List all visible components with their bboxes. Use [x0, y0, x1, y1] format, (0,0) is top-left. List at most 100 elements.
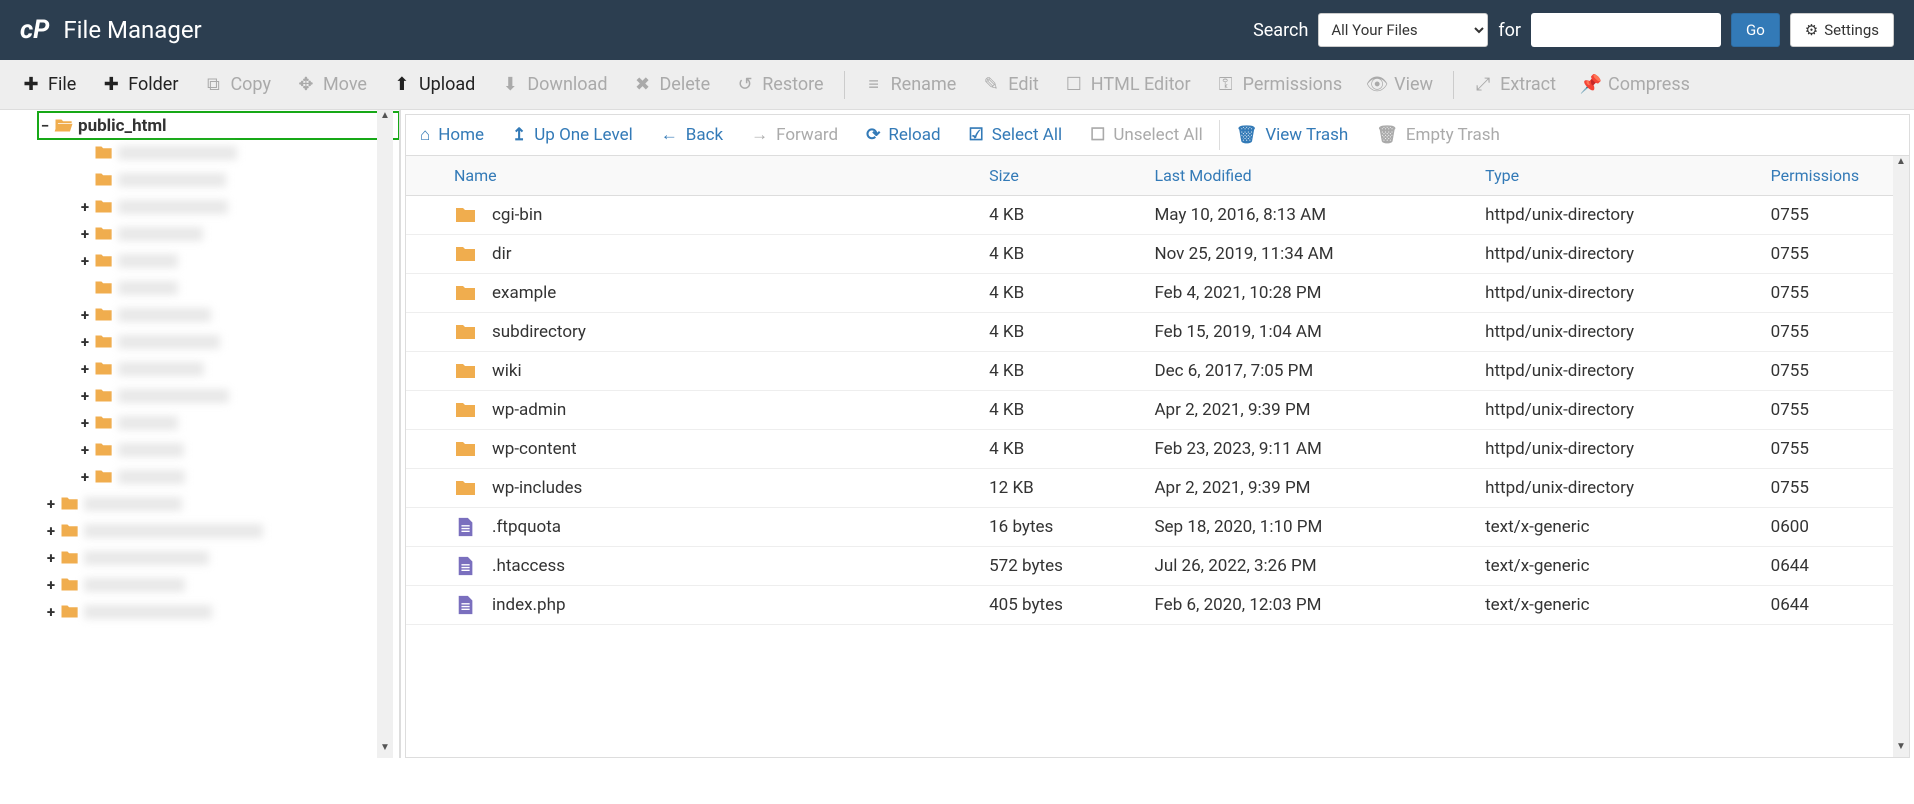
expand-icon[interactable]: +	[78, 252, 92, 270]
tree-node[interactable]: +	[76, 193, 399, 220]
collapse-icon[interactable]: −	[38, 117, 52, 135]
tree-node[interactable]: +	[44, 598, 399, 625]
tool-folder[interactable]: ✚Folder	[90, 66, 190, 103]
folder-icon	[60, 495, 80, 512]
sidebar-scrollbar[interactable]: ▲ ▼	[377, 110, 393, 758]
tree-node-label	[118, 362, 204, 376]
scroll-up-icon[interactable]: ▲	[1893, 156, 1909, 172]
scroll-up-icon[interactable]: ▲	[377, 110, 393, 126]
expand-icon[interactable]: +	[44, 549, 58, 567]
tree-node[interactable]: +	[76, 301, 399, 328]
nav-up[interactable]: ↥Up One Level	[498, 115, 647, 155]
tree-node[interactable]	[76, 139, 399, 166]
tree-node[interactable]	[76, 166, 399, 193]
file-type: httpd/unix-directory	[1473, 196, 1759, 235]
table-row[interactable]: cgi-bin4 KBMay 10, 2016, 8:13 AMhttpd/un…	[406, 196, 1909, 235]
list-scrollbar[interactable]: ▲ ▼	[1893, 156, 1909, 757]
file-permissions: 0755	[1759, 235, 1909, 274]
search-scope-select[interactable]: All Your Files	[1318, 13, 1488, 47]
expand-icon[interactable]: +	[78, 360, 92, 378]
tool-label: HTML Editor	[1091, 74, 1191, 95]
tool-label: Move	[323, 74, 367, 95]
tree-node-label	[118, 281, 178, 295]
settings-button[interactable]: ⚙ Settings	[1790, 13, 1894, 47]
tree-node[interactable]	[76, 274, 399, 301]
tree-node[interactable]: +	[44, 544, 399, 571]
table-row[interactable]: dir4 KBNov 25, 2019, 11:34 AMhttpd/unix-…	[406, 235, 1909, 274]
scroll-down-icon[interactable]: ▼	[377, 742, 393, 758]
tree-node[interactable]: +	[76, 463, 399, 490]
expand-icon[interactable]: +	[78, 333, 92, 351]
expand-icon[interactable]: +	[78, 414, 92, 432]
nav-separator	[1219, 120, 1220, 150]
nav-home[interactable]: ⌂Home	[406, 115, 498, 155]
col-name[interactable]: Name	[406, 156, 977, 196]
nav-viewtrash[interactable]: 🗑View Trash	[1222, 115, 1363, 155]
tree-node-label	[84, 605, 212, 619]
file-permissions: 0644	[1759, 547, 1909, 586]
tool-compress: 📌Compress	[1570, 66, 1702, 103]
tree-node[interactable]: +	[76, 220, 399, 247]
tree-node-label	[118, 443, 184, 457]
file-name: wp-includes	[492, 478, 582, 498]
col-size[interactable]: Size	[977, 156, 1142, 196]
expand-icon[interactable]: +	[78, 306, 92, 324]
file-modified: Dec 6, 2017, 7:05 PM	[1142, 352, 1473, 391]
table-row[interactable]: index.php405 bytesFeb 6, 2020, 12:03 PMt…	[406, 586, 1909, 625]
expand-icon[interactable]: +	[78, 225, 92, 243]
expand-icon[interactable]: +	[78, 198, 92, 216]
nav-back[interactable]: ←Back	[647, 115, 737, 155]
folder-icon	[94, 225, 114, 242]
table-row[interactable]: example4 KBFeb 4, 2021, 10:28 PMhttpd/un…	[406, 274, 1909, 313]
tree-node[interactable]: +	[76, 328, 399, 355]
table-row[interactable]: .htaccess572 bytesJul 26, 2022, 3:26 PMt…	[406, 547, 1909, 586]
tree-node[interactable]: +	[44, 517, 399, 544]
table-row[interactable]: wp-content4 KBFeb 23, 2023, 9:11 AMhttpd…	[406, 430, 1909, 469]
table-row[interactable]: subdirectory4 KBFeb 15, 2019, 1:04 AMhtt…	[406, 313, 1909, 352]
tree-node[interactable]: +	[76, 247, 399, 274]
scroll-down-icon[interactable]: ▼	[1893, 741, 1909, 757]
eye-icon: 👁	[1368, 74, 1386, 95]
folder-icon	[94, 144, 114, 161]
expand-icon[interactable]: +	[78, 468, 92, 486]
tool-file[interactable]: ✚File	[10, 66, 88, 103]
main-toolbar: ✚File✚Folder⧉Copy✥Move⬆Upload⬇Download✖D…	[0, 60, 1914, 110]
tool-edit: ✎Edit	[970, 66, 1050, 103]
expand-icon[interactable]: +	[44, 603, 58, 621]
table-row[interactable]: wp-includes12 KBApr 2, 2021, 9:39 PMhttp…	[406, 469, 1909, 508]
expand-icon[interactable]: +	[44, 522, 58, 540]
file-list[interactable]: Name Size Last Modified Type Permissions…	[405, 156, 1910, 758]
tree-root-node[interactable]: −public_html	[38, 112, 399, 139]
expand-icon[interactable]: +	[44, 495, 58, 513]
file-type: httpd/unix-directory	[1473, 430, 1759, 469]
nav-selectall[interactable]: ☑Select All	[955, 115, 1077, 155]
search-input[interactable]	[1531, 13, 1721, 47]
tree-node[interactable]: +	[76, 355, 399, 382]
table-row[interactable]: .ftpquota16 bytesSep 18, 2020, 1:10 PMte…	[406, 508, 1909, 547]
tree-node[interactable]: +	[76, 409, 399, 436]
expand-icon[interactable]: +	[78, 387, 92, 405]
col-type[interactable]: Type	[1473, 156, 1759, 196]
file-type: httpd/unix-directory	[1473, 352, 1759, 391]
tree-node[interactable]: +	[44, 490, 399, 517]
table-row[interactable]: wp-admin4 KBApr 2, 2021, 9:39 PMhttpd/un…	[406, 391, 1909, 430]
expand-icon[interactable]: +	[44, 576, 58, 594]
expand-icon[interactable]: +	[78, 441, 92, 459]
nav-reload[interactable]: ⟳Reload	[852, 115, 954, 155]
go-button[interactable]: Go	[1731, 13, 1780, 47]
tree-node[interactable]: +	[44, 571, 399, 598]
tree-node[interactable]: +	[76, 436, 399, 463]
col-permissions[interactable]: Permissions	[1759, 156, 1909, 196]
tree-node-label	[118, 254, 178, 268]
folder-tree-sidebar[interactable]: −public_html + + + + + + + + + + + + + + + ▲ ▼	[0, 110, 400, 758]
tree-node[interactable]: +	[76, 382, 399, 409]
col-modified[interactable]: Last Modified	[1142, 156, 1473, 196]
table-row[interactable]: wiki4 KBDec 6, 2017, 7:05 PMhttpd/unix-d…	[406, 352, 1909, 391]
tool-label: Folder	[128, 74, 178, 95]
tool-upload[interactable]: ⬆Upload	[381, 66, 487, 103]
file-type: httpd/unix-directory	[1473, 313, 1759, 352]
extract-icon: ⤢	[1474, 74, 1492, 95]
file-name: subdirectory	[492, 322, 586, 342]
restore-icon: ↺	[736, 74, 754, 95]
tree-node-label	[118, 173, 226, 187]
